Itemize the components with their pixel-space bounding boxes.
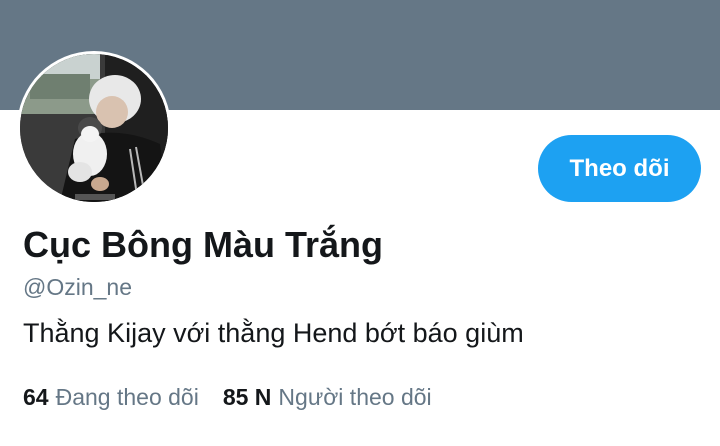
following-count: 64 (23, 384, 49, 410)
profile-stats: 64 Đang theo dõi 85 N Người theo dõi (23, 384, 432, 411)
display-name: Cục Bông Màu Trắng (23, 224, 383, 265)
profile-bio: Thằng Kijay với thằng Hend bớt báo giùm (23, 318, 524, 348)
following-stat[interactable]: 64 Đang theo dõi (23, 384, 199, 411)
following-label: Đang theo dõi (55, 384, 199, 410)
avatar-image (20, 54, 168, 202)
username-handle: @Ozin_ne (23, 274, 133, 300)
followers-count: 85 N (222, 384, 272, 410)
follow-button[interactable]: Theo dõi (538, 135, 701, 202)
avatar-photo (20, 54, 168, 202)
followers-stat[interactable]: 85 N Người theo dõi (223, 384, 432, 411)
avatar[interactable] (17, 51, 171, 205)
followers-label: Người theo dõi (278, 384, 432, 410)
